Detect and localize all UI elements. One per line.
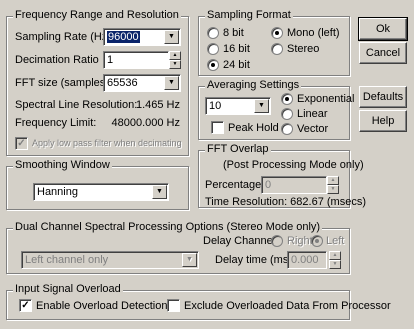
- frequency-range-title: Frequency Range and Resolution: [13, 9, 181, 21]
- radio-24bit-label: 24 bit: [223, 59, 250, 71]
- overload-group: Input Signal Overload ✓ Enable Overload …: [6, 283, 391, 320]
- time-resolution: Time Resolution: 682.67 (msecs): [205, 196, 366, 208]
- sampling-format-title: Sampling Format: [205, 9, 293, 21]
- spin-up-icon[interactable]: ▲: [327, 176, 339, 185]
- smoothing-window-value: Hanning: [37, 186, 78, 198]
- fft-overlap-note: (Post Processing Mode only): [223, 159, 364, 171]
- chevron-down-icon[interactable]: ▼: [152, 185, 167, 199]
- radio-stereo[interactable]: [271, 43, 283, 55]
- spin-down-icon[interactable]: ▼: [327, 185, 339, 194]
- fft-size-label: FFT size (samples): [15, 77, 109, 89]
- radio-mono-label: Mono (left): [287, 27, 340, 39]
- radio-delay-left-label: Left: [326, 235, 345, 247]
- fft-overlap-group: FFT Overlap (Post Processing Mode only) …: [198, 143, 366, 208]
- averaging-group: Averaging Settings 10 ▼ Peak Hold Expone…: [198, 79, 355, 140]
- dual-channel-group: Dual Channel Spectral Processing Options…: [6, 221, 350, 274]
- enable-overload-checkbox[interactable]: ✓: [19, 299, 32, 312]
- lowpass-checkbox[interactable]: ✓: [15, 137, 28, 150]
- delay-channel-label: Delay Channel:: [203, 235, 279, 247]
- percentage-value: 0: [265, 179, 272, 191]
- radio-delay-right-label: Right: [287, 235, 313, 247]
- radio-mono[interactable]: [271, 27, 283, 39]
- decimation-input[interactable]: 1: [103, 51, 169, 69]
- percentage-spinner[interactable]: ▲ ▼: [327, 176, 339, 194]
- radio-16bit[interactable]: [207, 43, 219, 55]
- sampling-rate-value: 96000: [107, 31, 140, 43]
- exclude-overload-label: Exclude Overloaded Data From Processor: [184, 300, 391, 312]
- percentage-input[interactable]: 0: [261, 176, 327, 194]
- spin-down-icon[interactable]: ▼: [329, 260, 341, 269]
- radio-vector[interactable]: [281, 123, 293, 135]
- radio-linear[interactable]: [281, 108, 293, 120]
- enable-overload-label: Enable Overload Detection: [36, 300, 168, 312]
- help-button[interactable]: Help: [359, 110, 407, 132]
- radio-8bit[interactable]: [207, 27, 219, 39]
- peak-hold-label: Peak Hold: [228, 122, 279, 134]
- fft-overlap-title: FFT Overlap: [205, 143, 271, 155]
- defaults-button[interactable]: Defaults: [359, 86, 407, 108]
- fft-size-value: 65536: [107, 77, 138, 89]
- smoothing-window-title: Smoothing Window: [13, 159, 112, 171]
- decimation-label: Decimation Ratio: [15, 54, 99, 66]
- channel-select[interactable]: Left channel only ▼: [21, 251, 199, 269]
- frequency-range-group: Frequency Range and Resolution Sampling …: [6, 9, 189, 156]
- decimation-value: 1: [107, 54, 114, 66]
- spectral-line-value: 1.465 Hz: [135, 99, 180, 111]
- dual-channel-title: Dual Channel Spectral Processing Options…: [13, 221, 323, 233]
- frequency-limit-label: Frequency Limit:: [15, 117, 97, 129]
- averaging-value: 10: [209, 100, 222, 112]
- chevron-down-icon[interactable]: ▼: [254, 99, 269, 113]
- chevron-down-icon[interactable]: ▼: [164, 30, 179, 44]
- delay-time-value: 0.000: [291, 254, 319, 266]
- channel-select-value: Left channel only: [25, 254, 109, 266]
- spin-up-icon[interactable]: ▲: [169, 51, 181, 60]
- sampling-rate-label: Sampling Rate (Hz): [15, 31, 111, 43]
- radio-delay-right[interactable]: [271, 235, 283, 247]
- fft-size-select[interactable]: 65536 ▼: [103, 74, 181, 92]
- delay-time-input[interactable]: 0.000: [287, 251, 327, 269]
- sampling-format-group: Sampling Format 8 bit 16 bit 24 bit Mono…: [198, 9, 350, 76]
- cancel-button[interactable]: Cancel: [359, 42, 407, 64]
- radio-delay-left[interactable]: [311, 235, 323, 247]
- radio-24bit[interactable]: [207, 59, 219, 71]
- averaging-select[interactable]: 10 ▼: [205, 97, 271, 115]
- chevron-down-icon[interactable]: ▼: [182, 253, 197, 267]
- delay-time-spinner[interactable]: ▲ ▼: [329, 251, 341, 269]
- frequency-limit-value: 48000.000 Hz: [111, 117, 181, 129]
- radio-linear-label: Linear: [297, 108, 328, 120]
- chevron-down-icon[interactable]: ▼: [164, 76, 179, 90]
- percentage-label: Percentage:: [205, 179, 265, 191]
- radio-exponential[interactable]: [281, 93, 293, 105]
- smoothing-window-group: Smoothing Window Hanning ▼: [6, 159, 189, 210]
- overload-title: Input Signal Overload: [13, 283, 123, 295]
- peak-hold-checkbox[interactable]: [211, 121, 224, 134]
- sampling-rate-select[interactable]: 96000 ▼: [103, 28, 181, 46]
- averaging-title: Averaging Settings: [205, 79, 302, 91]
- radio-vector-label: Vector: [297, 123, 329, 135]
- lowpass-label: Apply low pass filter when decimating: [32, 138, 182, 148]
- radio-8bit-label: 8 bit: [223, 27, 244, 39]
- smoothing-window-select[interactable]: Hanning ▼: [33, 183, 169, 201]
- decimation-spinner[interactable]: ▲ ▼: [169, 51, 181, 69]
- ok-button[interactable]: Ok: [358, 17, 408, 41]
- radio-stereo-label: Stereo: [287, 43, 320, 55]
- spin-down-icon[interactable]: ▼: [169, 60, 181, 69]
- spectral-line-label: Spectral Line Resolution:: [15, 99, 138, 111]
- exclude-overload-checkbox[interactable]: [167, 299, 180, 312]
- radio-exponential-label: Exponential: [297, 93, 355, 105]
- radio-16bit-label: 16 bit: [223, 43, 250, 55]
- spin-up-icon[interactable]: ▲: [329, 251, 341, 260]
